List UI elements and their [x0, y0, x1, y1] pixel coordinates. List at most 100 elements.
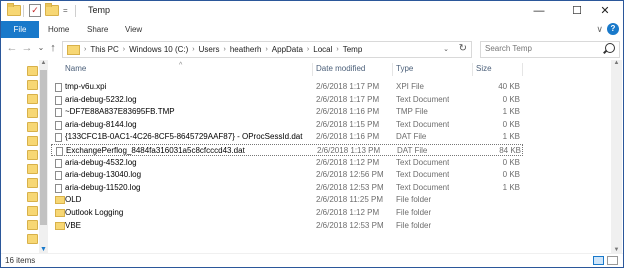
breadcrumb-users[interactable]: Users: [199, 45, 220, 54]
nav-folder-icon[interactable]: [27, 164, 38, 174]
scroll-down-icon[interactable]: ▼: [39, 246, 48, 253]
file-date-modified: 2/6/2018 1:17 PM: [316, 82, 380, 91]
nav-folder-icon[interactable]: [27, 220, 38, 230]
column-header-size[interactable]: Size: [476, 60, 492, 78]
breadcrumb-user[interactable]: heatherh: [230, 45, 262, 54]
nav-folder-icon[interactable]: [27, 80, 38, 90]
nav-folder-icon[interactable]: [27, 234, 38, 244]
address-bar[interactable]: › This PC › Windows 10 (C:) › Users › he…: [62, 41, 472, 58]
tab-home[interactable]: Home: [48, 21, 69, 38]
breadcrumb-temp[interactable]: Temp: [343, 45, 363, 54]
breadcrumb-drive[interactable]: Windows 10 (C:): [129, 45, 188, 54]
window-title: Temp: [88, 5, 111, 15]
forward-button[interactable]: →: [20, 41, 34, 55]
file-row[interactable]: aria-debug-5232.log 2/6/2018 1:17 PM Text …: [51, 94, 523, 106]
details-view-button[interactable]: [593, 256, 604, 265]
nav-folder-icon[interactable]: [27, 192, 38, 202]
nav-folder-icon[interactable]: [27, 122, 38, 132]
expand-ribbon-icon[interactable]: ∨: [596, 24, 603, 35]
column-header-type[interactable]: Type: [396, 60, 413, 78]
close-button[interactable]: ✕: [585, 1, 623, 21]
folder-icon: [67, 44, 80, 55]
file-name: aria-debug-8144.log: [65, 119, 137, 129]
breadcrumb-appdata[interactable]: AppData: [272, 45, 303, 54]
address-row: ← → ⌄ ↑ › This PC › Windows 10 (C:) › Us…: [1, 38, 623, 60]
file-row[interactable]: ~DF7E88A837E83695FB.TMP 2/6/2018 1:16 PM T…: [51, 106, 523, 118]
nav-folder-icon[interactable]: [27, 178, 38, 188]
search-box[interactable]: [480, 41, 620, 58]
sort-ascending-icon: ^: [179, 62, 183, 69]
scroll-up-icon[interactable]: ▲: [611, 60, 622, 66]
column-header-date[interactable]: Date modified: [316, 60, 365, 78]
back-button[interactable]: ←: [5, 41, 19, 55]
scrollbar-thumb[interactable]: [40, 70, 47, 225]
nav-folder-icon[interactable]: [27, 206, 38, 216]
column-divider[interactable]: [522, 63, 523, 76]
nav-folder-icon[interactable]: [27, 94, 38, 104]
new-folder-icon[interactable]: [45, 3, 59, 17]
nav-folder-icon[interactable]: [27, 108, 38, 118]
file-list: Name ^ Date modified Type Size tmp-v6u.x…: [51, 60, 611, 253]
search-input[interactable]: [481, 42, 597, 55]
nav-folder-icon[interactable]: [27, 66, 38, 76]
nav-scrollbar[interactable]: ▲ ▼: [39, 60, 48, 253]
nav-folder-icon[interactable]: [27, 150, 38, 160]
file-type: Text Document: [396, 170, 450, 180]
file-row[interactable]: aria-debug-8144.log 2/6/2018 1:15 PM Text …: [51, 119, 523, 131]
file-name: aria-debug-4532.log: [65, 157, 137, 167]
column-header-name[interactable]: Name: [65, 60, 86, 78]
file-row[interactable]: tmp-v6u.xpi 2/6/2018 1:17 PM XPI File 40 KB: [51, 81, 523, 93]
file-row[interactable]: OLD 2/6/2018 11:25 PM File folder: [51, 194, 523, 206]
up-button[interactable]: ↑: [46, 41, 60, 55]
large-icons-view-button[interactable]: [607, 256, 618, 265]
chevron-right-icon: ›: [192, 46, 195, 53]
tab-view[interactable]: View: [125, 21, 142, 38]
file-date-modified: 2/6/2018 12:56 PM: [316, 170, 384, 180]
file-row[interactable]: aria-debug-13040.log 2/6/2018 12:56 PM Tex…: [51, 169, 523, 181]
file-date-modified: 2/6/2018 1:15 PM: [316, 119, 380, 129]
file-date-modified: 2/6/2018 12:53 PM: [316, 220, 384, 230]
customize-qat-button[interactable]: =: [63, 4, 68, 17]
tab-file[interactable]: File: [1, 21, 39, 38]
folder-icon: [55, 221, 65, 230]
scroll-up-icon[interactable]: ▲: [39, 60, 48, 66]
column-divider[interactable]: [472, 63, 473, 76]
file-name: Outlook Logging: [65, 208, 124, 217]
column-divider[interactable]: [312, 63, 313, 76]
file-row[interactable]: ExchangePerflog_8484fa316031a5c8cfcccd43…: [51, 144, 523, 156]
search-icon: [605, 43, 615, 53]
breadcrumb-local[interactable]: Local: [313, 45, 332, 54]
file-type: XPI File: [396, 82, 425, 91]
file-type: Text Document: [396, 182, 450, 192]
file-size: 0 KB: [502, 157, 520, 167]
minimize-button[interactable]: —: [519, 1, 559, 21]
properties-icon[interactable]: ✓: [29, 4, 41, 17]
file-size: 1 KB: [502, 182, 520, 192]
chevron-down-icon[interactable]: ⌄: [443, 45, 449, 53]
ribbon-tabs: File Home Share View ∨ ?: [1, 21, 623, 39]
chevron-right-icon: ›: [265, 46, 268, 53]
file-name: aria-debug-13040.log: [65, 170, 142, 180]
file-date-modified: 2/6/2018 11:25 PM: [316, 195, 384, 205]
file-row[interactable]: VBE 2/6/2018 12:53 PM File folder: [51, 220, 523, 232]
file-row[interactable]: Outlook Logging 2/6/2018 1:12 PM File fold…: [51, 207, 523, 219]
file-date-modified: 2/6/2018 1:16 PM: [316, 107, 380, 117]
file-row[interactable]: aria-debug-11520.log 2/6/2018 12:53 PM Tex…: [51, 182, 523, 194]
file-icon: [55, 171, 62, 181]
breadcrumb-this-pc[interactable]: This PC: [90, 45, 118, 54]
refresh-icon[interactable]: ↻: [459, 43, 467, 54]
file-size: 1 KB: [502, 107, 520, 117]
title-bar: ✓ = Temp — ☐ ✕: [1, 1, 623, 21]
folder-icon: [55, 196, 65, 205]
file-list-scrollbar[interactable]: ▲ ▼: [611, 60, 622, 253]
file-date-modified: 2/6/2018 1:12 PM: [316, 157, 380, 167]
nav-folder-icon[interactable]: [27, 136, 38, 146]
chevron-right-icon: ›: [306, 46, 310, 53]
file-row[interactable]: aria-debug-4532.log 2/6/2018 1:12 PM Text …: [51, 157, 523, 169]
file-row[interactable]: {133CFC1B-0AC1-4C26-8CF5-8645729AAF87} -…: [51, 131, 523, 143]
tab-share[interactable]: Share: [87, 21, 108, 38]
column-divider[interactable]: [392, 63, 393, 76]
file-icon: [55, 83, 62, 92]
folder-icon: [55, 209, 65, 217]
help-icon[interactable]: ?: [607, 23, 619, 35]
